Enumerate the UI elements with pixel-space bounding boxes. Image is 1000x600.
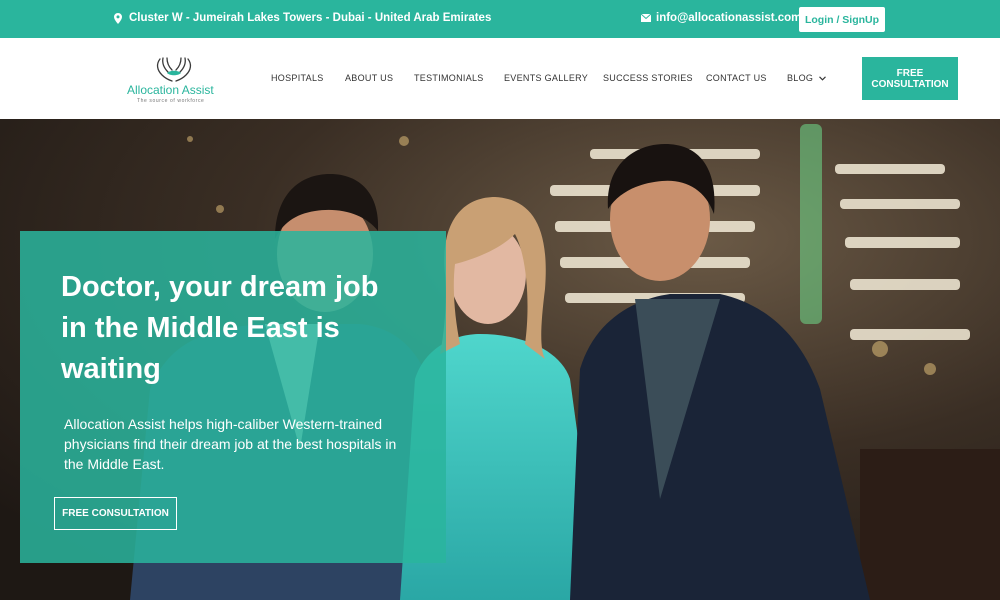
- free-consultation-header-button[interactable]: FREE CONSULTATION: [862, 57, 958, 100]
- nav-blog-label: BLOG: [787, 73, 814, 83]
- email-link[interactable]: info@allocationassist.com: [641, 12, 801, 24]
- envelope-icon: [641, 14, 651, 22]
- location-info: Cluster W - Jumeirah Lakes Towers - Duba…: [114, 12, 491, 24]
- site-header: Allocation Assist The source of workforc…: [0, 38, 1000, 119]
- login-signup-button[interactable]: Login / SignUp: [799, 7, 885, 32]
- hero-section: Doctor, your dream job in the Middle Eas…: [0, 119, 1000, 600]
- nav-testimonials[interactable]: TESTIMONIALS: [414, 73, 484, 83]
- top-bar: Cluster W - Jumeirah Lakes Towers - Duba…: [0, 0, 1000, 38]
- nav-hospitals[interactable]: HOSPITALS: [271, 73, 324, 83]
- nav-success-stories[interactable]: SUCCESS STORIES: [603, 73, 693, 83]
- hero-subtitle: Allocation Assist helps high-caliber Wes…: [64, 416, 397, 472]
- map-pin-icon: [114, 12, 122, 24]
- nav-contact-us[interactable]: CONTACT US: [706, 73, 767, 83]
- chevron-down-icon: [819, 75, 827, 81]
- nav-about-us[interactable]: ABOUT US: [345, 73, 393, 83]
- hero-overlay-panel: Doctor, your dream job in the Middle Eas…: [20, 231, 446, 563]
- nav-blog[interactable]: BLOG: [787, 73, 827, 83]
- location-text: Cluster W - Jumeirah Lakes Towers - Duba…: [129, 12, 492, 24]
- hero-title: Doctor, your dream job in the Middle Eas…: [61, 271, 379, 385]
- nav-events-gallery[interactable]: EVENTS GALLERY: [504, 73, 588, 83]
- email-text[interactable]: info@allocationassist.com: [656, 12, 801, 24]
- brand-tagline: The source of workforce: [137, 98, 205, 104]
- brand-name: Allocation Assist: [127, 83, 214, 97]
- free-consultation-hero-button[interactable]: FREE CONSULTATION: [54, 497, 177, 530]
